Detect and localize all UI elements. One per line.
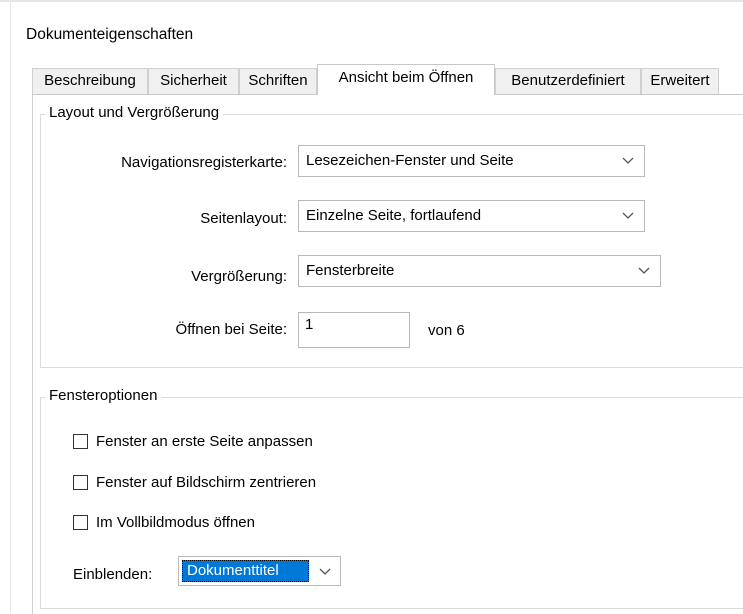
chevron-down-icon <box>622 212 634 219</box>
nav-tab-value: Lesezeichen-Fenster und Seite <box>306 152 514 169</box>
tab-erweitert[interactable]: Erweitert <box>641 68 719 94</box>
tab-benutzerdefiniert[interactable]: Benutzerdefiniert <box>495 68 641 94</box>
window-options-legend: Fensteroptionen <box>45 387 162 404</box>
chevron-down-icon <box>319 568 331 575</box>
zoom-dropdown[interactable]: Fensterbreite <box>298 255 661 287</box>
center-window-label: Fenster auf Bildschirm zentrieren <box>96 474 317 491</box>
chevron-down-icon <box>638 267 650 274</box>
open-page-label: Öffnen bei Seite: <box>175 321 287 338</box>
open-page-value: 1 <box>305 316 314 333</box>
left-border <box>10 0 11 613</box>
fullscreen-checkbox[interactable]: Im Vollbildmodus öffnen <box>73 514 373 534</box>
nav-tab-label: Navigationsregisterkarte: <box>121 154 287 171</box>
show-value: Dokumenttitel <box>187 562 279 579</box>
center-window-checkbox[interactable]: Fenster auf Bildschirm zentrieren <box>73 474 373 494</box>
tab-beschreibung[interactable]: Beschreibung <box>32 68 148 94</box>
nav-tab-dropdown[interactable]: Lesezeichen-Fenster und Seite <box>298 145 645 177</box>
top-border <box>0 0 743 2</box>
layout-group-legend: Layout und Vergrößerung <box>45 104 224 121</box>
zoom-label: Vergrößerung: <box>191 268 287 285</box>
page-layout-dropdown[interactable]: Einzelne Seite, fortlaufend <box>298 200 645 232</box>
page-count-text: von 6 <box>428 322 465 339</box>
page-layout-label: Seitenlayout: <box>200 210 287 227</box>
tab-ansicht-beim-oeffnen[interactable]: Ansicht beim Öffnen <box>317 64 495 95</box>
page-layout-value: Einzelne Seite, fortlaufend <box>306 207 482 224</box>
window-title: Dokumenteigenschaften <box>26 26 194 43</box>
checkbox-box[interactable] <box>73 434 88 449</box>
tab-schriften[interactable]: Schriften <box>239 68 317 94</box>
show-label: Einblenden: <box>73 566 153 583</box>
checkbox-box[interactable] <box>73 515 88 530</box>
fit-window-label: Fenster an erste Seite anpassen <box>96 433 313 450</box>
chevron-down-icon <box>622 157 634 164</box>
zoom-value: Fensterbreite <box>306 262 395 279</box>
fit-window-checkbox[interactable]: Fenster an erste Seite anpassen <box>73 433 373 453</box>
show-dropdown[interactable]: Dokumenttitel <box>178 556 341 586</box>
checkbox-box[interactable] <box>73 475 88 490</box>
selection-highlight: Dokumenttitel <box>182 560 309 582</box>
open-page-input[interactable]: 1 <box>298 312 410 348</box>
fullscreen-label: Im Vollbildmodus öffnen <box>96 514 255 531</box>
tab-sicherheit[interactable]: Sicherheit <box>148 68 239 94</box>
